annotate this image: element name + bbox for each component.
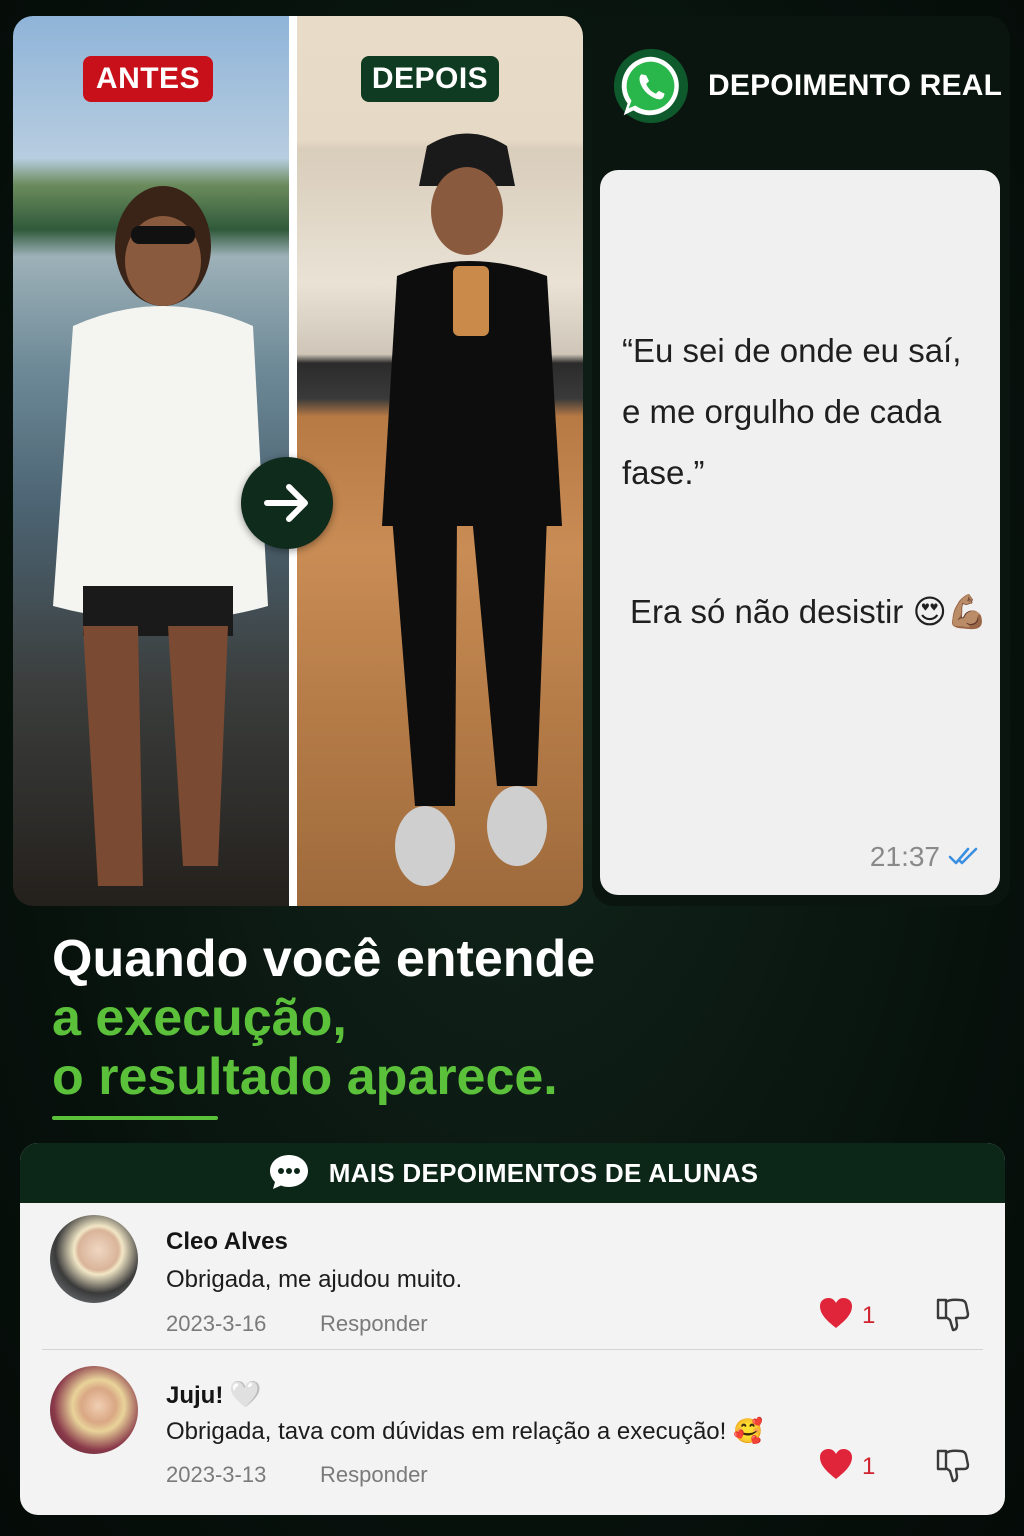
after-person-figure xyxy=(382,133,562,886)
comment-divider xyxy=(42,1349,983,1350)
comment-item: Cleo Alves Obrigada, me ajudou muito. 20… xyxy=(20,1203,1005,1353)
comments-header: MAIS DEPOIMENTOS DE ALUNAS xyxy=(20,1143,1005,1203)
comment-author: Cleo Alves xyxy=(166,1228,288,1256)
before-photo xyxy=(13,16,289,906)
headline-line-3: o resultado aparece. xyxy=(52,1048,558,1106)
after-photo xyxy=(297,16,583,906)
arrow-right-icon xyxy=(241,457,333,549)
comment-date: 2023-3-13 xyxy=(166,1462,267,1487)
thumbs-down-icon[interactable] xyxy=(932,1294,972,1334)
double-check-icon xyxy=(948,847,978,865)
heart-like-icon[interactable] xyxy=(818,1447,854,1481)
white-heart-icon: 🤍 xyxy=(229,1379,262,1409)
like-count: 1 xyxy=(862,1453,876,1480)
whatsapp-icon xyxy=(613,48,689,124)
comment-author-name: Cleo Alves xyxy=(166,1228,288,1255)
comment-text: Obrigada, tava com dúvidas em relação a … xyxy=(166,1418,763,1445)
headline-line-1: Quando você entende xyxy=(52,930,596,988)
comment-author-name: Juju! xyxy=(166,1382,224,1409)
chat-bubble-icon xyxy=(269,1155,308,1189)
testimonial-panel: DEPOIMENTO REAL “Eu sei de onde eu saí, … xyxy=(592,16,1010,906)
comment-item: Juju! 🤍 Obrigada, tava com dúvidas em rel… xyxy=(20,1354,1005,1504)
message-time: 21:37 xyxy=(869,841,940,872)
headline-underline xyxy=(52,1116,218,1120)
headline-line-2: a execução, xyxy=(52,989,347,1047)
heart-like-icon[interactable] xyxy=(818,1296,854,1330)
comment-date: 2023-3-16 xyxy=(166,1311,267,1336)
thumbs-down-icon[interactable] xyxy=(932,1445,972,1485)
testimonial-quote: “Eu sei de onde eu saí, e me orgulho de … xyxy=(622,332,962,491)
avatar xyxy=(50,1366,138,1454)
comments-section: MAIS DEPOIMENTOS DE ALUNAS Cleo Alves Ob… xyxy=(20,1143,1005,1515)
comment-text: Obrigada, me ajudou muito. xyxy=(166,1266,463,1293)
after-badge: DEPOIS xyxy=(361,56,499,102)
reply-button[interactable]: Responder xyxy=(320,1462,428,1488)
headline: Quando você entende a execução, o result… xyxy=(52,930,952,1107)
testimonial-title: DEPOIMENTO REAL xyxy=(708,69,1003,102)
before-person-figure xyxy=(53,186,268,886)
comments-title: MAIS DEPOIMENTOS DE ALUNAS xyxy=(328,1157,759,1188)
reply-button[interactable]: Responder xyxy=(320,1311,428,1337)
before-badge: ANTES xyxy=(83,56,213,102)
like-count: 1 xyxy=(862,1302,876,1329)
testimonial-closing: Era só não desistir 😍💪🏽 xyxy=(630,593,988,630)
before-after-photo: ANTES DEPOIS xyxy=(13,16,583,906)
avatar xyxy=(50,1215,138,1303)
comment-author: Juju! 🤍 xyxy=(166,1379,262,1410)
message-bubble: “Eu sei de onde eu saí, e me orgulho de … xyxy=(600,170,1000,895)
testimonial-header: DEPOIMENTO REAL xyxy=(612,46,1002,126)
